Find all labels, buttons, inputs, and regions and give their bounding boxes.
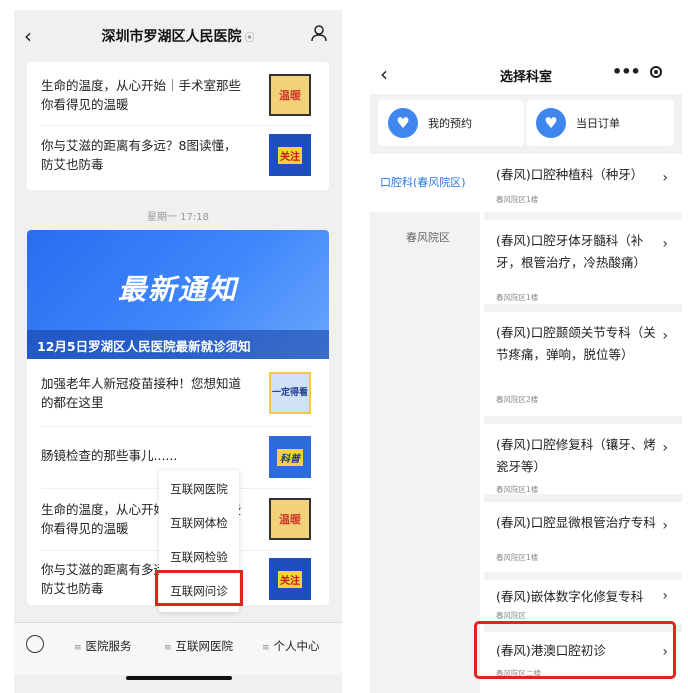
article-card-top: 生命的温度，从心开始｜手术室那些你看得见的温暖 温暖 你与艾滋的距离有多远？8图… xyxy=(27,62,329,190)
left-phone-screen: ‹ 深圳市罗湖区人民医院 ⦿ 生命的温度，从心开始｜手术室那些你看得见的温暖 温暖… xyxy=(14,10,342,693)
heart-icon: ♥ xyxy=(388,108,418,138)
department-item[interactable]: (春风)嵌体数字化修复专科 › 春风院区 xyxy=(484,580,682,624)
department-item[interactable]: (春风)口腔牙体牙髓科（补牙，根管治疗，冷热酸痛） › 春风院区1楼 xyxy=(484,220,682,304)
top-nav-bar: ‹ 深圳市罗湖区人民医院 ⦿ xyxy=(14,10,342,62)
message-timestamp: 星期一 17:18 xyxy=(147,212,209,223)
divider xyxy=(41,125,311,126)
department-item[interactable]: (春风)口腔颞颌关节专科（关节疼痛，弹响，脱位等） › 春风院区2楼 xyxy=(484,312,682,416)
highlight-box xyxy=(474,621,676,679)
article-thumbnail: 温暖 xyxy=(269,498,311,540)
title-mark-icon: ⦿ xyxy=(244,33,255,44)
divider xyxy=(484,212,682,220)
chevron-right-icon: › xyxy=(662,588,668,604)
article-thumbnail: 科普 xyxy=(269,436,311,478)
banner-headline: 最新通知 xyxy=(117,273,238,306)
article-thumbnail: 一定得看 xyxy=(269,372,311,414)
department-campus: 春风院区1楼 xyxy=(496,293,539,302)
article-item[interactable]: 加强老年人新冠疫苗接种！您想知道的都在这里 一定得看 xyxy=(41,368,311,422)
department-item[interactable]: (春风)口腔种植科（种牙） › 春风院区1楼 xyxy=(484,154,682,212)
home-indicator xyxy=(126,676,232,680)
department-campus: 春风院区1楼 xyxy=(496,553,539,562)
my-appointments-button[interactable]: ♥ 我的预约 xyxy=(378,100,524,146)
sidebar-item-label: 口腔科(春风院区) xyxy=(380,176,466,189)
department-category-sidebar: 口腔科(春风院区) 春风院区 xyxy=(370,154,480,693)
button-label: 当日订单 xyxy=(576,117,620,130)
chevron-right-icon: › xyxy=(662,518,668,534)
page-title: 深圳市罗湖区人民医院 ⦿ xyxy=(101,29,255,45)
chevron-right-icon: › xyxy=(662,328,668,344)
more-icon[interactable]: ••• xyxy=(612,62,641,81)
article-thumbnail: 温暖 xyxy=(269,74,311,116)
department-campus: 春风院区 xyxy=(496,611,526,620)
top-nav-bar: ‹ 选择科室 ••• xyxy=(370,50,682,94)
menu-item-internet-lab-test[interactable]: 互联网检验 xyxy=(159,549,239,565)
notice-banner[interactable]: 最新通知 12月5日罗湖区人民医院最新就诊须知 xyxy=(27,230,329,359)
tab-hospital-services[interactable]: 医院服务 xyxy=(74,638,132,654)
article-thumbnail: 关注 xyxy=(269,558,311,600)
highlight-box xyxy=(155,570,243,606)
department-name: (春风)口腔颞颌关节专科（关节疼痛，弹响，脱位等） xyxy=(496,325,656,362)
banner-caption-bar: 12月5日罗湖区人民医院最新就诊须知 xyxy=(27,330,329,359)
divider xyxy=(41,426,311,427)
department-name: (春风)嵌体数字化修复专科 xyxy=(496,589,644,604)
menu-item-internet-hospital[interactable]: 互联网医院 xyxy=(159,481,239,497)
sidebar-item-chunfeng[interactable]: 春风院区 xyxy=(406,229,450,245)
right-phone-screen: ‹ 选择科室 ••• ♥ 我的预约 ♥ 当日订单 口腔科(春风院区) 春风院区 … xyxy=(370,50,682,693)
chevron-right-icon: › xyxy=(662,236,668,252)
close-target-icon[interactable] xyxy=(650,66,662,78)
divider xyxy=(484,572,682,580)
button-label: 我的预约 xyxy=(428,117,472,130)
today-orders-button[interactable]: ♥ 当日订单 xyxy=(526,100,674,146)
article-item[interactable]: 你与艾滋的距离有多远？8图读懂，防艾也防毒 关注 xyxy=(41,130,311,184)
department-campus: 春风院区1楼 xyxy=(496,195,539,204)
department-name: (春风)口腔显微根管治疗专科 xyxy=(496,515,656,530)
bottom-tab-bar: 医院服务 互联网医院 个人中心 xyxy=(14,622,342,675)
divider xyxy=(484,304,682,312)
divider xyxy=(484,494,682,502)
department-item[interactable]: (春风)口腔显微根管治疗专科 › 春风院区1楼 xyxy=(484,502,682,572)
banner-caption: 12月5日罗湖区人民医院最新就诊须知 xyxy=(37,339,251,354)
chevron-right-icon: › xyxy=(662,440,668,456)
keyboard-icon[interactable] xyxy=(26,635,44,653)
department-name: (春风)口腔种植科（种牙） xyxy=(496,167,644,182)
department-name: (春风)口腔修复科（镶牙、烤瓷牙等） xyxy=(496,437,656,474)
article-thumbnail: 关注 xyxy=(269,134,311,176)
department-campus: 春风院区2楼 xyxy=(496,395,539,404)
user-icon[interactable] xyxy=(310,24,328,42)
divider xyxy=(484,416,682,424)
department-name: (春风)口腔牙体牙髓科（补牙，根管治疗，冷热酸痛） xyxy=(496,233,647,270)
article-title: 加强老年人新冠疫苗接种！您想知道的都在这里 xyxy=(41,376,242,410)
article-title: 生命的温度，从心开始｜手术室那些你看得见的温暖 xyxy=(41,78,242,112)
quick-actions: ♥ 我的预约 ♥ 当日订单 xyxy=(370,94,682,154)
heart-icon: ♥ xyxy=(536,108,566,138)
department-item[interactable]: (春风)口腔修复科（镶牙、烤瓷牙等） › 春风院区1楼 xyxy=(484,424,682,494)
chevron-right-icon: › xyxy=(662,170,668,186)
article-item[interactable]: 生命的温度，从心开始｜手术室那些你看得见的温暖 温暖 xyxy=(41,70,311,124)
sidebar-item-oral-dept[interactable]: 口腔科(春风院区) xyxy=(370,154,480,212)
tab-personal-center[interactable]: 个人中心 xyxy=(262,638,320,654)
tab-internet-hospital[interactable]: 互联网医院 xyxy=(164,638,234,654)
mini-program-capsule: ••• xyxy=(602,60,672,86)
article-title: 你与艾滋的距离有多远？8图读懂，防艾也防毒 xyxy=(41,138,237,172)
menu-item-internet-checkup[interactable]: 互联网体检 xyxy=(159,515,239,531)
article-title: 肠镜检查的那些事儿...... xyxy=(41,448,178,463)
